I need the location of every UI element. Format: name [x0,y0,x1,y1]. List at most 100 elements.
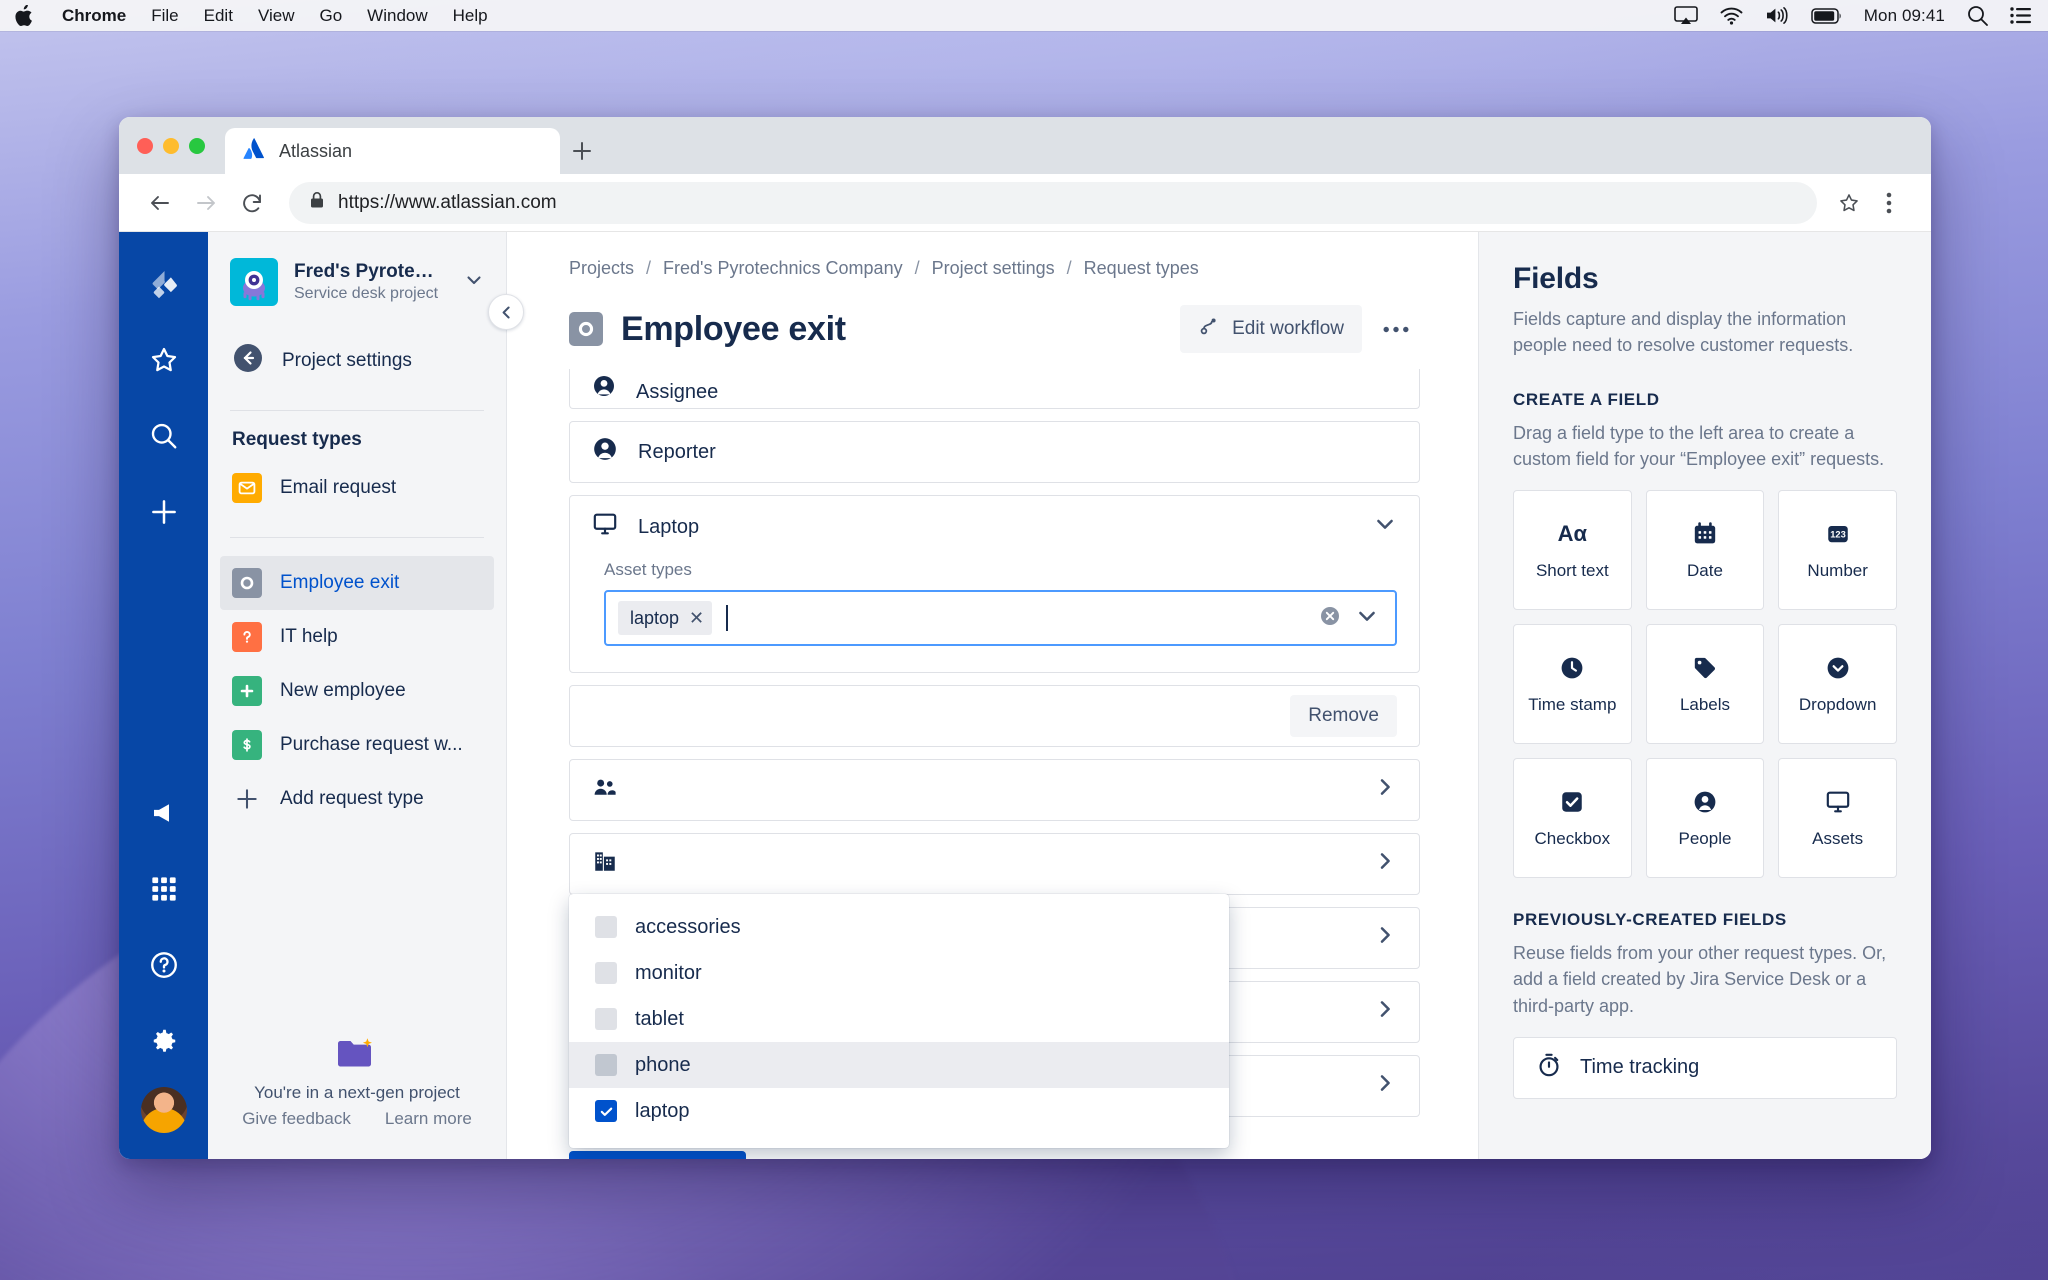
forward-arrow-icon[interactable] [183,180,229,226]
field-type-assets[interactable]: Assets [1778,758,1897,879]
settings-icon[interactable] [134,1011,194,1071]
announcement-icon[interactable] [134,783,194,843]
airplay-icon[interactable] [1673,6,1698,25]
field-type-time-stamp[interactable]: Time stamp [1513,624,1632,745]
field-type-short-text[interactable]: Aα Short text [1513,490,1632,611]
menu-edit[interactable]: Edit [204,6,233,26]
menu-chrome[interactable]: Chrome [62,6,126,26]
add-request-type-button[interactable]: Add request type [220,772,494,826]
control-center-icon[interactable] [2010,7,2032,24]
browser-tab-strip: Atlassian [119,117,1931,174]
field-row-with-remove[interactable]: Remove [569,685,1420,747]
sidebar-divider [230,410,484,411]
checkbox-icon[interactable] [595,916,617,938]
checkbox-icon[interactable] [595,1008,617,1030]
checkbox-icon[interactable] [595,962,617,984]
chevron-right-icon[interactable] [1373,1071,1397,1101]
asset-types-dropdown-menu[interactable]: accessories monitor tablet phone laptop [569,894,1229,1148]
learn-more-link[interactable]: Learn more [385,1109,472,1129]
breadcrumb-company[interactable]: Fred's Pyrotechnics Company [663,258,903,279]
field-row-people[interactable] [569,759,1420,821]
sidebar-collapse-button[interactable] [488,294,524,330]
asset-types-select[interactable]: laptop ✕ [604,590,1397,646]
save-changes-button[interactable]: Save changes [569,1151,747,1159]
chevron-right-icon[interactable] [1373,775,1397,805]
sidebar-item-purchase-request[interactable]: Purchase request w... [220,718,494,772]
field-card-laptop: Laptop Asset types laptop ✕ [569,495,1420,673]
chevron-right-icon[interactable] [1373,923,1397,953]
breadcrumb-project-settings[interactable]: Project settings [932,258,1055,279]
field-type-checkbox[interactable]: Checkbox [1513,758,1632,879]
give-feedback-link[interactable]: Give feedback [242,1109,351,1129]
chevron-down-icon[interactable] [460,270,484,295]
app-switcher-icon[interactable] [134,859,194,919]
fields-panel-description: Fields capture and display the informati… [1513,309,1854,356]
chevron-down-icon[interactable] [1373,512,1397,542]
browser-tab[interactable]: Atlassian [225,128,560,174]
edit-workflow-button[interactable]: Edit workflow [1180,305,1362,353]
more-actions-button[interactable] [1372,305,1420,353]
wifi-icon[interactable] [1720,7,1743,25]
avatar[interactable] [140,1087,187,1133]
apple-menu-icon[interactable] [14,4,33,27]
maximize-window-button[interactable] [189,137,205,154]
reload-icon[interactable] [229,180,275,226]
menu-help[interactable]: Help [453,6,488,26]
field-row-reporter[interactable]: Reporter [569,421,1420,483]
field-type-dropdown[interactable]: Dropdown [1778,624,1897,745]
dropdown-option-laptop[interactable]: laptop [569,1088,1229,1134]
search-icon[interactable] [1967,5,1988,26]
menu-window[interactable]: Window [367,6,427,26]
dropdown-option-tablet[interactable]: tablet [569,996,1229,1042]
field-card-header[interactable]: Laptop [570,496,1419,558]
remove-button[interactable]: Remove [1290,695,1397,737]
field-type-labels[interactable]: Labels [1645,624,1765,745]
battery-icon[interactable] [1811,7,1842,24]
field-type-people[interactable]: People [1645,758,1765,879]
dropdown-option-monitor[interactable]: monitor [569,950,1229,996]
close-icon[interactable]: ✕ [689,609,704,627]
minimize-window-button[interactable] [163,137,179,154]
sidebar-item-email-request[interactable]: Email request [220,461,494,515]
checkbox-icon[interactable] [595,1054,617,1076]
dropdown-option-accessories[interactable]: accessories [569,904,1229,950]
star-icon[interactable] [1829,183,1869,223]
menu-file[interactable]: File [151,6,178,26]
window-traffic-lights [137,117,225,174]
search-icon[interactable] [134,406,194,466]
volume-icon[interactable] [1765,6,1789,25]
sidebar-item-project-settings[interactable]: Project settings [220,334,494,388]
clear-circle-icon[interactable] [1319,605,1341,632]
field-type-label: Checkbox [1534,829,1611,849]
field-row-organization[interactable] [569,833,1420,895]
sidebar-item-new-employee[interactable]: New employee [220,664,494,718]
dropdown-option-phone[interactable]: phone [569,1042,1229,1088]
breadcrumb-request-types[interactable]: Request types [1084,258,1199,279]
chevron-right-icon[interactable] [1373,849,1397,879]
project-header[interactable]: Fred's Pyrotech... Service desk project [208,258,506,306]
menu-view[interactable]: View [258,6,295,26]
breadcrumb-projects[interactable]: Projects [569,258,634,279]
starred-icon[interactable] [134,330,194,390]
menu-go[interactable]: Go [319,6,342,26]
sidebar-item-it-help[interactable]: IT help [220,610,494,664]
project-avatar-icon [230,258,278,306]
field-type-number[interactable]: 123 Number [1778,490,1897,611]
previous-field-time-tracking[interactable]: Time tracking [1513,1036,1897,1099]
sidebar-item-employee-exit[interactable]: Employee exit [220,556,494,610]
create-icon[interactable] [134,482,194,542]
address-bar[interactable]: https://www.atlassian.com [289,181,1817,224]
chevron-right-icon[interactable] [1373,997,1397,1027]
help-icon[interactable] [134,935,194,995]
back-arrow-icon[interactable] [137,180,183,226]
jira-logo-icon[interactable] [134,254,194,314]
kebab-menu-icon[interactable] [1869,183,1909,223]
field-type-label: Time stamp [1528,695,1617,715]
close-window-button[interactable] [137,137,153,154]
new-tab-button[interactable] [560,128,604,174]
field-type-date[interactable]: Date [1645,490,1765,611]
people-icon [592,774,618,806]
chevron-down-icon[interactable] [1355,604,1379,633]
checkbox-checked-icon[interactable] [595,1100,617,1122]
field-row-assignee[interactable]: Assignee [569,369,1420,409]
